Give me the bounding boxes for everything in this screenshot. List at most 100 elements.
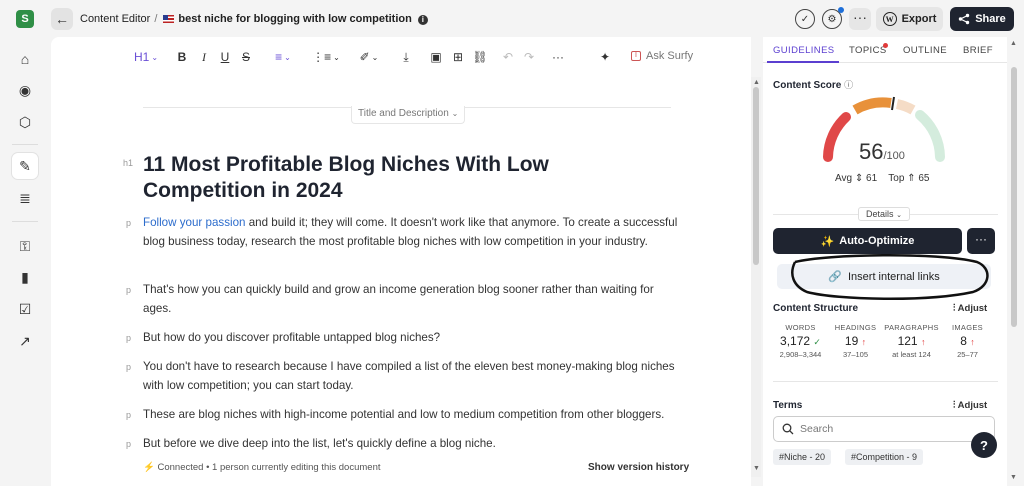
tab-outline[interactable]: OUTLINE [903, 45, 947, 56]
strikethrough-icon[interactable]: S [239, 49, 253, 65]
details-label: Details [866, 209, 894, 219]
underline-icon[interactable]: U [218, 49, 232, 65]
score-max: /100 [883, 150, 905, 162]
content-editor-icon[interactable]: ✎ [12, 153, 38, 179]
share-label: Share [975, 13, 1006, 25]
editor-area: H1 ⌄ B I U S ≡ ⌄ ⋮≡ ⌄ ✐ ⌄ ⤓ ▣ ⊞ ⛓ ↶ ↷ ··· ✦ … [51, 37, 751, 486]
terms-search-field[interactable] [773, 416, 995, 442]
trend-icon[interactable]: ↗ [12, 328, 38, 354]
export-button[interactable]: W Export [876, 7, 943, 31]
term-chip[interactable]: #Niche - 20 [773, 449, 832, 465]
clear-format-icon[interactable]: ⤓ [399, 49, 413, 65]
score-value: 56 [859, 139, 884, 164]
passion-link[interactable]: Follow your passion [143, 216, 245, 229]
scroll-up-arrow-icon[interactable]: ▲ [1010, 40, 1017, 47]
paragraph-6[interactable]: But before we dive deep into the list, l… [143, 434, 683, 453]
sliders-icon: ⫶ [953, 303, 956, 314]
breadcrumb-section[interactable]: Content Editor [80, 13, 150, 25]
breadcrumb-separator: / [154, 13, 158, 25]
highlight-icon[interactable]: ✐ ⌄ [355, 49, 383, 65]
tab-topics[interactable]: TOPICS [849, 45, 887, 56]
search-icon [782, 423, 794, 435]
globe-icon[interactable]: ◉ [12, 77, 38, 103]
gauge-segment-orange [852, 97, 892, 115]
nav-divider [12, 221, 38, 222]
scrollbar-thumb[interactable] [1011, 67, 1017, 327]
article-heading[interactable]: 11 Most Profitable Blog Niches With Low … [143, 152, 663, 204]
stat-value: 121 ↑ [884, 334, 939, 348]
list-icon[interactable]: ≣ [12, 185, 38, 211]
notification-dot [838, 7, 844, 13]
ask-surfy-label: Ask Surfy [646, 50, 694, 62]
stat-images: IMAGES 8 ↑ 25–77 [940, 323, 995, 359]
ask-surfy-button[interactable]: I Ask Surfy [631, 50, 693, 62]
title-description-toggle[interactable]: Title and Description ⌄ [351, 106, 466, 124]
question-icon: ? [980, 437, 988, 453]
tab-brief[interactable]: BRIEF [963, 45, 993, 56]
chevron-down-icon: ⌄ [896, 212, 902, 219]
redo-icon[interactable]: ↷ [522, 49, 536, 65]
gauge-segment-green [915, 110, 945, 162]
paragraph-3[interactable]: But how do you discover profitable untap… [143, 328, 683, 347]
top-label: Top [888, 173, 905, 184]
scroll-up-arrow-icon[interactable]: ▲ [753, 79, 760, 86]
help-button[interactable]: ? [971, 432, 997, 458]
arrow-up-icon: ↑ [861, 337, 867, 347]
p-tag: p [126, 410, 132, 420]
more-options-button[interactable]: ··· [849, 8, 871, 30]
gauge-marker [891, 96, 895, 111]
paragraph-4[interactable]: You don't have to research because I hav… [143, 357, 683, 395]
hexagon-icon[interactable]: ⬡ [12, 109, 38, 135]
panel-scrollbar[interactable] [1007, 37, 1021, 486]
adjust-structure-button[interactable]: ⫶ Adjust [953, 303, 987, 314]
bold-icon[interactable]: B [175, 49, 189, 65]
p-tag: p [126, 439, 132, 449]
audit-icon[interactable]: ☑ [12, 296, 38, 322]
details-button[interactable]: Details ⌄ [858, 207, 910, 221]
key-icon[interactable]: ⚿ [12, 233, 38, 259]
italic-icon[interactable]: I [197, 49, 211, 65]
check-icon: ✓ [813, 337, 821, 347]
term-chip[interactable]: #Competition - 9 [845, 449, 924, 465]
stat-range: 2,908–3,344 [779, 350, 822, 359]
bar-chart-icon[interactable]: ▮ [12, 264, 38, 290]
heading-select[interactable]: H1 ⌄ [133, 49, 159, 65]
p-tag: p [126, 333, 132, 343]
insert-internal-links-button[interactable]: 🔗 Insert internal links [777, 264, 991, 289]
link-icon[interactable]: ⛓ [472, 49, 487, 65]
scroll-down-arrow-icon[interactable]: ▼ [753, 465, 760, 472]
show-version-history-link[interactable]: Show version history [588, 462, 689, 473]
search-input[interactable] [800, 423, 970, 435]
more-tools-icon[interactable]: ··· [551, 49, 565, 65]
tab-guidelines[interactable]: GUIDELINES [773, 45, 835, 56]
numbered-list-icon[interactable]: ⋮≡ ⌄ [312, 49, 340, 65]
paragraph-2[interactable]: That's how you can quickly build and gro… [143, 280, 683, 318]
app-logo[interactable]: S [16, 10, 34, 28]
table-icon[interactable]: ⊞ [451, 49, 465, 65]
paragraph-5[interactable]: These are blog niches with high-income p… [143, 405, 683, 424]
info-icon[interactable]: i [417, 15, 428, 25]
document-title: best niche for blogging with low competi… [178, 13, 412, 25]
image-icon[interactable]: ▣ [429, 49, 443, 65]
back-arrow-icon[interactable]: ← [51, 8, 73, 30]
paragraph-1[interactable]: Follow your passion and build it; they w… [143, 213, 683, 251]
align-icon[interactable]: ≡ ⌄ [269, 49, 297, 65]
adjust-label: Adjust [957, 400, 988, 411]
share-button[interactable]: Share [950, 7, 1014, 31]
check-circle-icon[interactable]: ✓ [795, 9, 815, 29]
top-value: 65 [918, 173, 930, 184]
adjust-label: Adjust [957, 303, 988, 314]
terms-title: Terms [773, 400, 803, 411]
auto-optimize-more-button[interactable]: ··· [967, 228, 995, 254]
adjust-terms-button[interactable]: ⫶ Adjust [953, 400, 987, 411]
editor-scrollbar[interactable] [751, 77, 761, 477]
scrollbar-thumb[interactable] [753, 87, 759, 265]
info-icon[interactable]: ⓘ [844, 80, 853, 90]
avg-top-scores: Avg ⇕ 61 Top ⇑ 65 [835, 173, 929, 184]
home-icon[interactable]: ⌂ [12, 46, 38, 72]
undo-icon[interactable]: ↶ [501, 49, 515, 65]
auto-optimize-button[interactable]: ✨ Auto-Optimize [773, 228, 962, 254]
scroll-down-arrow-icon[interactable]: ▼ [1010, 474, 1017, 481]
sparkle-icon[interactable]: ✦ [598, 49, 612, 65]
title-description-label: Title and Description [358, 108, 449, 119]
